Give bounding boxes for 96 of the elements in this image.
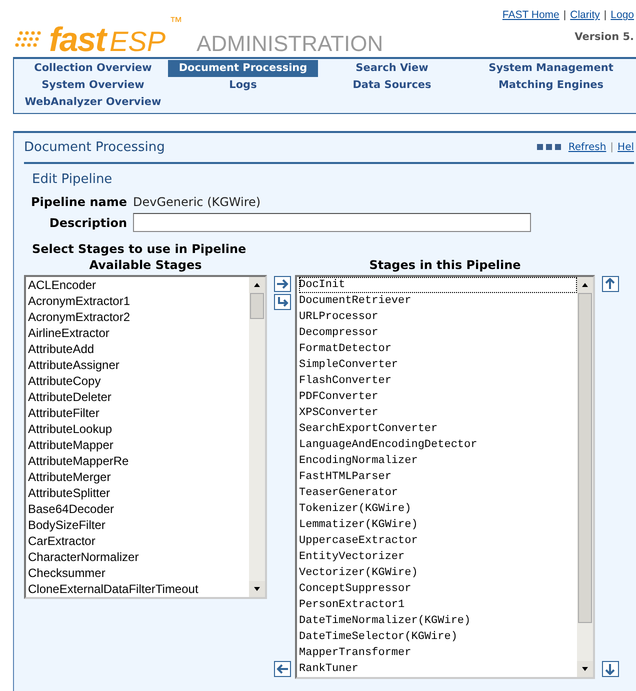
list-item[interactable]: DateTimeNormalizer(KGWire)	[299, 613, 577, 629]
list-item[interactable]: AttributeAdd	[28, 341, 249, 357]
arrow-icon	[604, 278, 617, 290]
panel-link[interactable]: Refresh	[568, 142, 606, 153]
move-down-button[interactable]	[602, 661, 619, 677]
list-item[interactable]: Tokenizer(KGWire)	[299, 501, 577, 517]
list-item[interactable]: SimpleConverter	[299, 357, 577, 373]
header-link[interactable]: FAST Home	[502, 9, 560, 21]
scroll-thumb[interactable]	[250, 293, 264, 319]
scroll-down-icon[interactable]	[577, 661, 593, 677]
nav-tab[interactable]: Matching Engines	[466, 77, 636, 94]
list-item[interactable]: AcronymExtractor1	[28, 293, 249, 309]
list-item[interactable]: LanguageAndEncodingDetector	[299, 437, 577, 453]
arrow-icon	[276, 663, 289, 675]
list-item[interactable]: BodySizeFilter	[28, 517, 249, 533]
list-item[interactable]: Vectorizer(KGWire)	[299, 565, 577, 581]
scroll-thumb[interactable]	[578, 293, 592, 623]
panel-link[interactable]: Hel	[618, 142, 634, 153]
nav-tab[interactable]: System Management	[466, 60, 636, 77]
list-item[interactable]: AttributeAssigner	[28, 357, 249, 373]
list-title: Available Stages	[89, 258, 202, 274]
trademark: ™	[170, 14, 182, 29]
list-item[interactable]: XPSConverter	[299, 405, 577, 421]
list-item[interactable]: CarExtractor	[28, 533, 249, 549]
scroll-up-icon[interactable]	[577, 277, 593, 293]
list-item[interactable]: EncodingNormalizer	[299, 453, 577, 469]
list-item[interactable]: DocumentRetriever	[299, 293, 577, 309]
list-item[interactable]: AttributeCopy	[28, 373, 249, 389]
list-item[interactable]: FastHTMLParser	[299, 469, 577, 485]
move-up-button[interactable]	[602, 276, 619, 292]
scroll-down-icon[interactable]	[249, 581, 265, 597]
list-item[interactable]: AttributeFilter	[28, 405, 249, 421]
list-item[interactable]: TeaserGenerator	[299, 485, 577, 501]
separator: |	[604, 9, 607, 21]
nav-tab[interactable]: Logs	[168, 77, 318, 94]
section-title: Edit Pipeline	[32, 172, 114, 187]
list-item[interactable]: RankTuner	[299, 661, 577, 677]
separator: |	[563, 9, 566, 21]
version-label: Version 5.	[574, 31, 634, 43]
list-item[interactable]: FormatDetector	[299, 341, 577, 357]
scroll-up-icon[interactable]	[249, 277, 265, 293]
description-field[interactable]	[133, 213, 531, 232]
header-link[interactable]: Clarity	[570, 9, 600, 21]
list-item[interactable]: EntityVectorizer	[299, 549, 577, 565]
list-item[interactable]: Checksummer	[28, 565, 249, 581]
field-value: DevGeneric (KGWire)	[133, 195, 261, 209]
scrollbar[interactable]	[577, 277, 593, 677]
insert-button[interactable]	[274, 294, 291, 310]
list-item[interactable]: AirlineExtractor	[28, 325, 249, 341]
list-item[interactable]: CloneExternalDataFilterTimeout	[28, 581, 249, 597]
pipeline-list[interactable]	[295, 275, 595, 679]
list-item[interactable]: UppercaseExtractor	[299, 533, 577, 549]
header-link[interactable]: Logo	[610, 9, 634, 21]
list-item[interactable]: AcronymExtractor2	[28, 309, 249, 325]
list-item[interactable]: MapperTransformer	[299, 645, 577, 661]
arrow-icon	[276, 296, 289, 308]
nav-tab[interactable]: Document Processing	[168, 60, 318, 77]
list-item[interactable]: Decompressor	[299, 325, 577, 341]
list-item[interactable]: CharacterNormalizer	[28, 549, 249, 565]
list-item[interactable]: AttributeLookup	[28, 421, 249, 437]
product-name: ESP	[109, 27, 166, 57]
list-item[interactable]: Base64Decoder	[28, 501, 249, 517]
list-item[interactable]: Lemmatizer(KGWire)	[299, 517, 577, 533]
nav-tab[interactable]: Data Sources	[318, 77, 466, 94]
list-item[interactable]: SearchExportConverter	[299, 421, 577, 437]
list-title: Stages in this Pipeline	[369, 258, 521, 274]
add-button[interactable]	[274, 276, 291, 292]
nav-tab[interactable]: System Overview	[18, 77, 168, 94]
field-label: Pipeline name	[30, 195, 127, 209]
nav-tab[interactable]: WebAnalyzer Overview	[18, 94, 168, 111]
available-list[interactable]	[24, 275, 267, 599]
logo-text: fast	[49, 23, 106, 57]
list-item[interactable]: PersonExtractor1	[299, 597, 577, 613]
list-item[interactable]: AttributeMapperRe	[28, 453, 249, 469]
list-item[interactable]: ConceptSuppressor	[299, 581, 577, 597]
list-item[interactable]: AttributeMapper	[28, 437, 249, 453]
list-item[interactable]: FlashConverter	[299, 373, 577, 389]
remove-button[interactable]	[274, 661, 291, 677]
logo-subtitle: ADMINISTRATION	[196, 31, 384, 57]
field-label: Description	[48, 216, 127, 230]
arrow-icon	[604, 663, 617, 675]
list-item[interactable]: AttributeSplitter	[28, 485, 249, 501]
list-item[interactable]: AttributeDeleter	[28, 389, 249, 405]
separator: |	[610, 142, 614, 153]
panel-title: Document Processing	[24, 140, 165, 155]
arrow-icon	[276, 278, 289, 290]
nav-tab[interactable]: Search View	[318, 60, 466, 77]
list-item[interactable]: DocInit	[299, 277, 577, 293]
list-item[interactable]: URLProcessor	[299, 309, 577, 325]
list-item[interactable]: DateTimeSelector(KGWire)	[299, 629, 577, 645]
list-item[interactable]: ACLEncoder	[28, 277, 249, 293]
nav-tab[interactable]: Collection Overview	[18, 60, 168, 77]
stages-heading: Select Stages to use in Pipeline	[32, 242, 248, 256]
scrollbar[interactable]	[249, 277, 265, 597]
list-item[interactable]: AttributeMerger	[28, 469, 249, 485]
list-item[interactable]: PDFConverter	[299, 389, 577, 405]
